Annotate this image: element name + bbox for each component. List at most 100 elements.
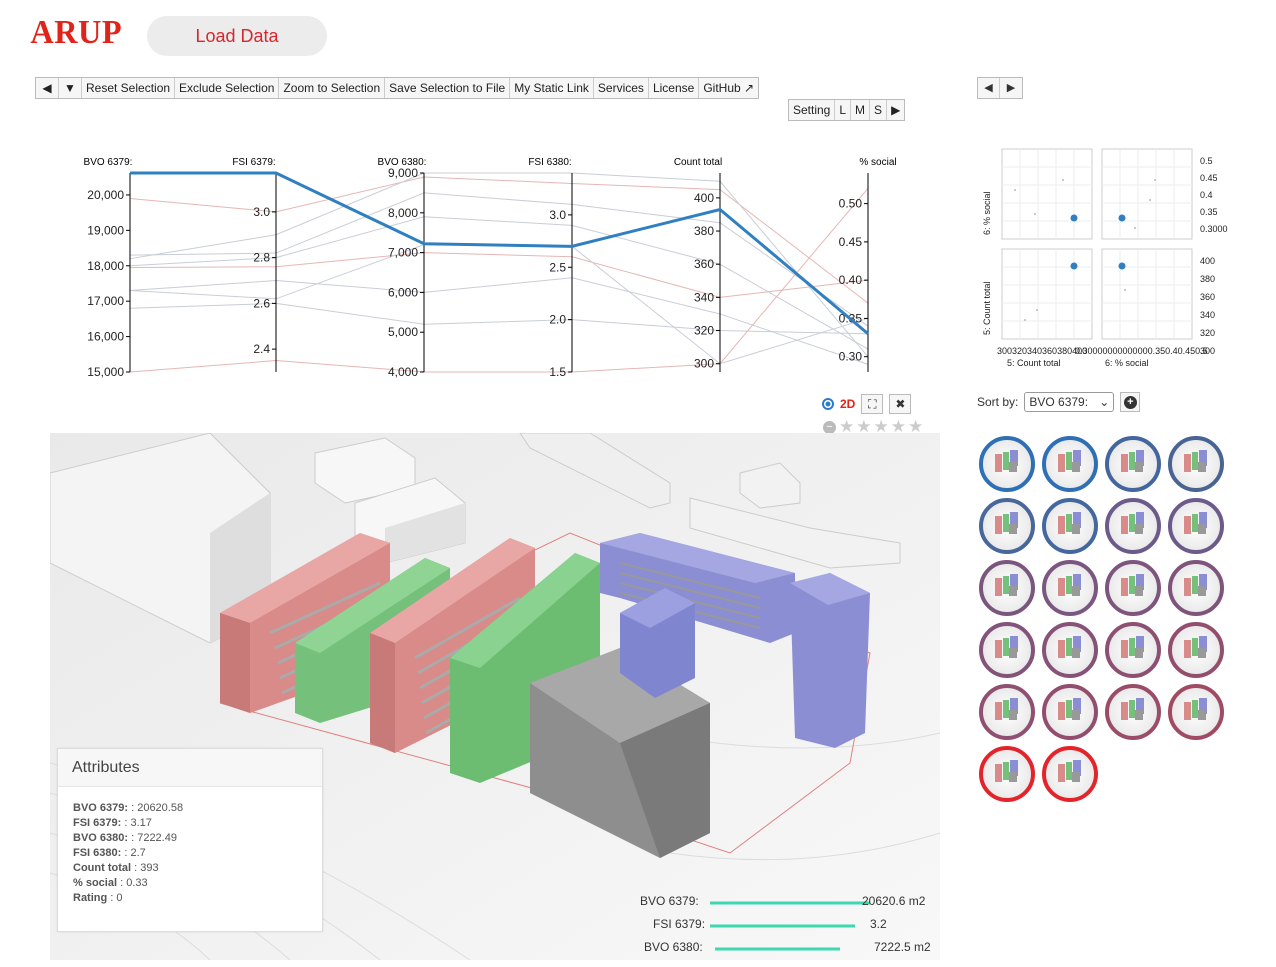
scatter-point [1124,289,1126,291]
scatter-cell[interactable] [1001,148,1093,240]
next-arrow-icon[interactable]: ▶ [1000,78,1022,98]
metric-label: BVO 6379: [640,894,699,908]
license-button[interactable]: License [649,78,700,98]
scatter-point [1134,227,1136,229]
attribute-key: BVO 6379: [73,802,129,814]
attribute-key: Rating [73,892,108,904]
pc-tick-label: 300 [694,357,714,371]
scatter-tick-label: 320 [1200,328,1215,338]
design-thumbnail[interactable] [1042,622,1098,678]
github-button[interactable]: GitHub ↗ [699,78,758,98]
pc-context-line [129,302,869,335]
attribute-value: : 0.33 [120,877,148,889]
scatter-point [1154,179,1156,181]
scatter-point-selected[interactable] [1070,214,1078,222]
sort-select[interactable]: BVO 6379: ⌄ [1024,392,1115,412]
expand-icon[interactable]: ⛶ [861,394,884,414]
design-thumbnail[interactable] [1105,622,1161,678]
mode-2d-radio[interactable] [822,398,834,410]
size-medium-button[interactable]: M [851,100,871,120]
design-thumbnail[interactable] [1042,746,1098,802]
clear-rating-icon[interactable]: − [823,420,836,434]
design-thumbnail[interactable] [979,436,1035,492]
scatter-tick-label: 0.3000 [1200,224,1228,234]
scatter-point [1149,199,1151,201]
pc-tick-label: 360 [694,257,714,271]
design-thumbnail[interactable] [1105,498,1161,554]
scatter-point-selected[interactable] [1118,262,1126,270]
pc-axis-title: FSI 6380: [528,157,571,168]
size-small-button[interactable]: S [870,100,888,120]
design-thumbnail[interactable] [1168,436,1224,492]
attribute-row: Count total : 393 [73,861,322,876]
scatter-point-selected[interactable] [1118,214,1126,222]
pc-tick-label: 380 [694,224,714,238]
design-thumbnail[interactable] [979,622,1035,678]
size-large-button[interactable]: L [835,100,852,120]
pc-axis-title: Count total [674,157,722,168]
pc-tick-label: 340 [694,290,714,304]
services-button[interactable]: Services [594,78,649,98]
design-thumbnail[interactable] [979,498,1035,554]
design-thumbnail[interactable] [1042,436,1098,492]
parallel-coordinates-chart[interactable]: BVO 6379: 20,000 19,000 18,000 17,000 16,000 1… [60,150,900,380]
scatter-tick-label: 0.45 [1200,173,1218,183]
pc-tick-label: 1.5 [549,365,566,379]
close-icon[interactable]: ✖ [889,394,912,414]
blue-building-3[interactable] [790,573,870,748]
main-toolbar: ◀ ▼ Reset Selection Exclude Selection Zo… [35,77,760,99]
pc-tick-label: 5,000 [388,325,418,339]
scatter-point-selected[interactable] [1070,262,1078,270]
design-thumbnail[interactable] [1168,684,1224,740]
scatter-tick-label: 380 [1200,274,1215,284]
pc-axis-title: FSI 6379: [232,157,275,168]
attributes-title: Attributes [58,749,322,787]
metric-value: 3.2 [870,917,887,931]
design-thumbnail[interactable] [1168,498,1224,554]
static-link-button[interactable]: My Static Link [510,78,594,98]
design-thumbnail[interactable] [1042,498,1098,554]
design-thumbnail[interactable] [1168,622,1224,678]
pc-tick-label: 7,000 [388,246,418,260]
pc-tick-label: 400 [694,191,714,205]
github-label: GitHub [703,81,741,95]
pc-tick-label: 15,000 [87,365,124,379]
scatter-matrix-chart[interactable]: 6: % social 5: Count total 0.5 0.45 0.4 0.35 0… [975,140,1230,375]
setting-button[interactable]: Setting [789,100,836,120]
zoom-to-selection-button[interactable]: Zoom to Selection [279,78,386,98]
chevron-down-icon: ⌄ [1099,395,1110,409]
scatter-tick-label: 0.35 [1200,207,1218,217]
scatter-cell[interactable] [1001,248,1093,340]
prev-arrow-icon[interactable]: ◀ [978,78,1000,98]
design-thumbnail[interactable] [1105,560,1161,616]
design-thumbnail[interactable] [1042,684,1098,740]
scatter-cell[interactable] [1101,148,1193,240]
attribute-row: Rating : 0 [73,891,322,906]
attributes-panel: Attributes BVO 6379: : 20620.58 FSI 6379:… [57,748,323,932]
attribute-key: FSI 6380: [73,847,122,859]
attribute-value: : 2.7 [124,847,146,859]
scatter-point [1036,309,1038,311]
collapse-left-icon[interactable]: ◀ [36,78,59,98]
design-thumbnail[interactable] [1105,436,1161,492]
scatter-point [1014,189,1016,191]
save-selection-button[interactable]: Save Selection to File [385,78,511,98]
attribute-value: : 7222.49 [131,832,177,844]
design-thumbnail[interactable] [979,560,1035,616]
design-thumbnail[interactable] [979,746,1035,802]
mode-2d-label: 2D [840,397,856,411]
exclude-selection-button[interactable]: Exclude Selection [175,78,280,98]
pc-tick-label: 19,000 [87,223,124,237]
dropdown-icon[interactable]: ▼ [59,78,82,98]
design-thumbnail[interactable] [979,684,1035,740]
design-thumbnail[interactable] [1105,684,1161,740]
add-sort-button[interactable]: + [1120,392,1141,412]
scatter-cell[interactable] [1101,248,1193,340]
pc-tick-label: 4,000 [388,365,418,379]
design-thumbnail[interactable] [1168,560,1224,616]
next-arrow-icon[interactable]: ▶ [887,100,904,120]
load-data-button[interactable]: Load Data [147,16,327,56]
design-thumbnail[interactable] [1042,560,1098,616]
reset-selection-button[interactable]: Reset Selection [82,78,176,98]
plus-icon: + [1123,395,1137,409]
